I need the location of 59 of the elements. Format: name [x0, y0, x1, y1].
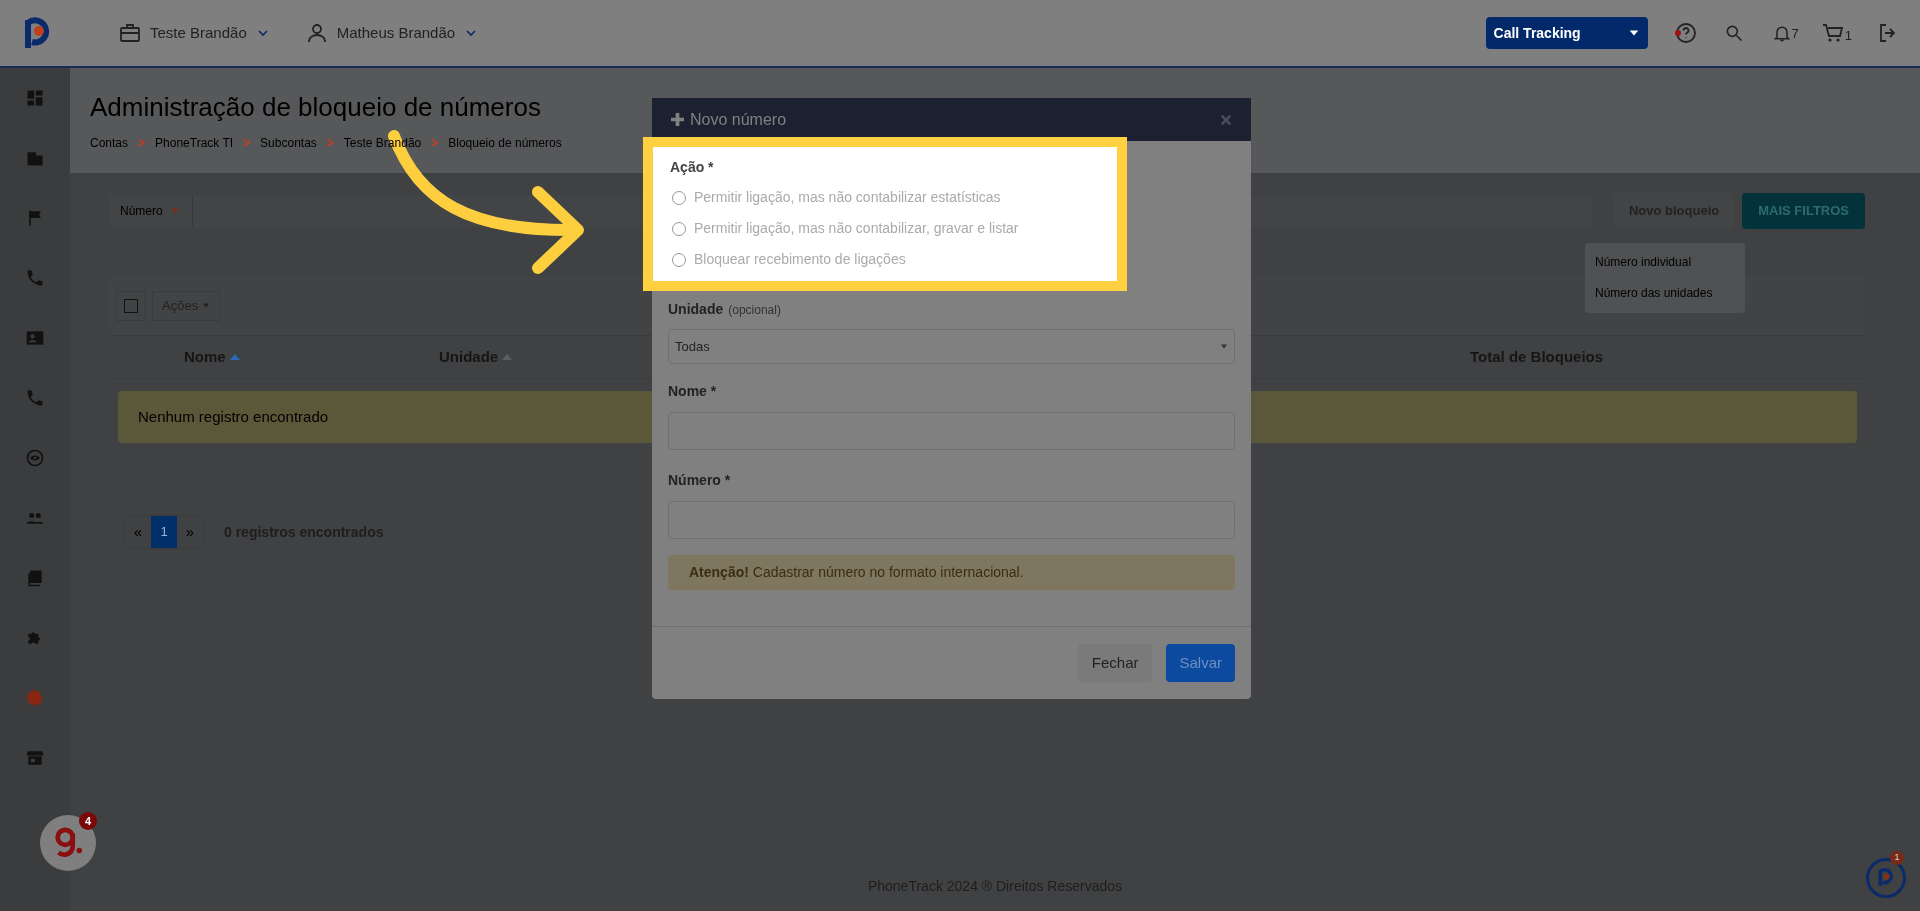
- settings-icon[interactable]: [25, 688, 45, 708]
- plus-icon: [671, 113, 684, 126]
- contact-card-icon[interactable]: [25, 328, 45, 348]
- notification-badge: 1: [1890, 851, 1904, 865]
- dropdown-item[interactable]: Número individual: [1585, 247, 1745, 278]
- field-hint: (opcional): [728, 302, 781, 319]
- phone-icon[interactable]: [25, 388, 45, 408]
- breadcrumb-separator: >: [243, 135, 251, 152]
- breadcrumb-separator: >: [326, 135, 334, 152]
- close-icon[interactable]: [1220, 113, 1232, 126]
- breadcrumb-link[interactable]: Contas: [90, 134, 129, 152]
- user-dropdown[interactable]: Matheus Brandão: [304, 21, 480, 45]
- modal-title: Novo número: [690, 109, 787, 130]
- page-button[interactable]: 1: [151, 516, 177, 548]
- next-page-button[interactable]: »: [177, 516, 203, 548]
- sort-arrow-icon[interactable]: [229, 353, 240, 361]
- unit-select[interactable]: Todas: [668, 329, 1235, 364]
- chat-widget[interactable]: [1866, 858, 1906, 898]
- caret-icon: [1220, 342, 1228, 351]
- sort-arrow-icon[interactable]: [502, 353, 513, 361]
- account-dropdown[interactable]: Teste Brandão: [118, 21, 271, 45]
- notification-badge: 4: [79, 812, 97, 830]
- close-button[interactable]: Fechar: [1077, 644, 1153, 682]
- caret-icon: [170, 207, 179, 215]
- dropdown-item[interactable]: Número das unidades: [1585, 278, 1745, 309]
- product-select[interactable]: Call Tracking: [1485, 17, 1648, 49]
- radio-option[interactable]: Permitir ligação, mas não contabilizar estatísticas: [670, 182, 1117, 213]
- breadcrumb-link[interactable]: Subcontas: [260, 134, 317, 152]
- breadcrumb-link[interactable]: Bloqueio de números: [448, 134, 562, 152]
- radio-option[interactable]: Bloquear recebimento de ligações: [670, 244, 1117, 275]
- dashboard-icon[interactable]: [25, 88, 45, 108]
- breadcrumb-link[interactable]: PhoneTrack TI: [155, 134, 234, 152]
- save-button[interactable]: Salvar: [1166, 644, 1235, 682]
- cart-button[interactable]: 1: [1820, 21, 1852, 45]
- phone-icon[interactable]: [25, 268, 45, 288]
- g-logo-icon: [52, 826, 84, 860]
- breadcrumb-separator: >: [431, 135, 439, 152]
- filter-field-select[interactable]: Número: [110, 195, 193, 227]
- field-label: Número *: [668, 471, 732, 490]
- breadcrumb-separator: >: [138, 135, 146, 152]
- eye-icon[interactable]: [25, 448, 45, 468]
- page-title: Administração de bloqueio de números: [90, 91, 541, 124]
- caret-icon: [202, 302, 211, 310]
- book-icon[interactable]: [25, 568, 45, 588]
- field-label: Nome *: [668, 382, 718, 401]
- select-all-checkbox[interactable]: [124, 299, 138, 313]
- store-icon[interactable]: [25, 748, 45, 768]
- more-filters-button[interactable]: MAIS FILTROS: [1742, 193, 1865, 229]
- notifications-button[interactable]: 7: [1771, 23, 1799, 43]
- help-icon[interactable]: [1673, 21, 1698, 45]
- briefcase-icon: [118, 21, 142, 45]
- logo-icon: [1876, 867, 1896, 889]
- radio-option[interactable]: Permitir ligação, mas não contabilizar, gravar e listar: [670, 213, 1117, 244]
- alert-message: Atenção! Cadastrar número no formato internacional.: [689, 563, 1024, 582]
- empty-message: Nenhum registro encontrado: [138, 406, 329, 427]
- field-label: Ação *: [670, 158, 715, 177]
- previous-page-button[interactable]: «: [125, 516, 151, 548]
- field-label: Unidade: [668, 300, 724, 319]
- bell-icon: [1771, 23, 1792, 43]
